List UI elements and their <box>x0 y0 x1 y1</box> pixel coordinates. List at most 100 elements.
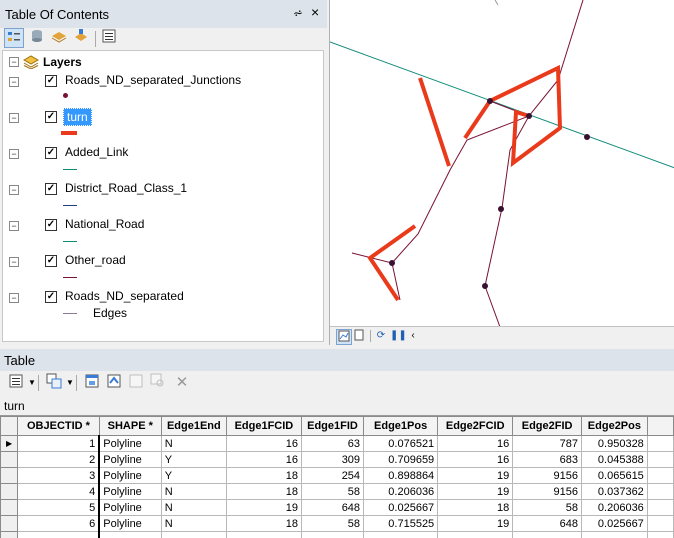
row-selector[interactable] <box>1 452 18 468</box>
layer-name[interactable]: National_Road <box>65 217 144 231</box>
pin-icon[interactable]: ⩫ <box>293 6 303 20</box>
cell[interactable]: 3 <box>18 468 100 484</box>
cell[interactable]: 5 <box>18 500 100 516</box>
cell[interactable]: 19 <box>226 500 301 516</box>
cell-overflow[interactable] <box>647 468 673 484</box>
cell[interactable]: 9156 <box>513 484 582 500</box>
table-row[interactable]: 2 Polyline Y 16 309 0.709659 16 683 0.04… <box>1 452 674 468</box>
data-view-icon[interactable] <box>336 329 352 345</box>
cell-overflow[interactable] <box>647 484 673 500</box>
cell[interactable]: 0.025667 <box>581 516 647 532</box>
cell[interactable] <box>161 532 226 538</box>
cell[interactable]: Polyline <box>99 436 161 452</box>
cell[interactable]: 2 <box>18 452 100 468</box>
cell-overflow[interactable] <box>647 452 673 468</box>
cell[interactable] <box>581 532 647 538</box>
column-header[interactable]: SHAPE * <box>99 417 161 436</box>
cell[interactable] <box>226 532 301 538</box>
cell[interactable]: 16 <box>226 436 301 452</box>
collapse-layer-toggle[interactable]: − <box>9 293 19 303</box>
column-header-overflow[interactable] <box>647 417 673 436</box>
dropdown-arrow-icon[interactable]: ▼ <box>22 373 42 393</box>
layer-visibility-checkbox[interactable]: ✓ <box>45 147 57 159</box>
layer-visibility-checkbox[interactable]: ✓ <box>45 255 57 267</box>
column-header[interactable]: Edge2Pos <box>581 417 647 436</box>
collapse-layer-toggle[interactable]: − <box>9 221 19 231</box>
table-tab-name[interactable]: turn <box>4 399 25 413</box>
cell[interactable]: 19 <box>438 468 513 484</box>
table-row[interactable]: ▶ 1 Polyline N 16 63 0.076521 16 787 0.9… <box>1 436 674 452</box>
row-selector[interactable] <box>1 484 18 500</box>
row-selector[interactable] <box>1 532 18 538</box>
cell[interactable] <box>301 532 363 538</box>
cell[interactable]: 18 <box>226 468 301 484</box>
cell[interactable]: 0.206036 <box>364 484 438 500</box>
cell[interactable]: 0.076521 <box>364 436 438 452</box>
cell[interactable]: 254 <box>301 468 363 484</box>
cell[interactable]: 1 <box>18 436 100 452</box>
map-view[interactable]: ⟳ ❚❚ ‹ <box>329 0 674 345</box>
close-icon[interactable]: × <box>311 4 319 20</box>
row-selector[interactable] <box>1 516 18 532</box>
table-row[interactable]: 3 Polyline Y 18 254 0.898864 19 9156 0.0… <box>1 468 674 484</box>
switch-selection-icon[interactable] <box>104 373 124 393</box>
cell[interactable]: N <box>161 500 226 516</box>
cell[interactable] <box>99 532 161 538</box>
collapse-layer-toggle[interactable]: − <box>9 257 19 267</box>
table-row[interactable]: 6 Polyline N 18 58 0.715525 19 648 0.025… <box>1 516 674 532</box>
attribute-table[interactable]: OBJECTID * SHAPE * Edge1End Edge1FCID Ed… <box>0 415 674 538</box>
layer-visibility-checkbox[interactable]: ✓ <box>45 75 57 87</box>
cell[interactable]: 0.206036 <box>581 500 647 516</box>
cell[interactable]: 0.898864 <box>364 468 438 484</box>
cell[interactable]: 58 <box>301 484 363 500</box>
row-selector-current[interactable]: ▶ <box>1 436 18 452</box>
collapse-layers-toggle[interactable]: − <box>9 57 19 67</box>
cell[interactable]: 0.715525 <box>364 516 438 532</box>
cell[interactable]: 0.037362 <box>581 484 647 500</box>
layer-visibility-checkbox[interactable]: ✓ <box>45 291 57 303</box>
layer-name[interactable]: Roads_ND_separated <box>65 289 184 303</box>
row-selector[interactable] <box>1 468 18 484</box>
cell[interactable]: 683 <box>513 452 582 468</box>
column-header[interactable]: Edge1Pos <box>364 417 438 436</box>
cell[interactable]: Polyline <box>99 484 161 500</box>
delete-selected-icon[interactable]: ✕ <box>172 373 192 393</box>
cell[interactable] <box>438 532 513 538</box>
cell[interactable] <box>18 532 100 538</box>
cell[interactable]: Polyline <box>99 468 161 484</box>
cell[interactable]: 0.045388 <box>581 452 647 468</box>
cell[interactable]: Polyline <box>99 500 161 516</box>
cell[interactable]: 16 <box>438 436 513 452</box>
cell[interactable]: 58 <box>513 500 582 516</box>
column-header[interactable]: Edge2FCID <box>438 417 513 436</box>
refresh-icon[interactable]: ⟳ <box>374 329 388 343</box>
layer-visibility-checkbox[interactable]: ✓ <box>45 183 57 195</box>
cell-overflow[interactable] <box>647 500 673 516</box>
pause-drawing-icon[interactable]: ❚❚ <box>390 329 404 343</box>
cell[interactable]: 0.065615 <box>581 468 647 484</box>
cell-overflow[interactable] <box>647 516 673 532</box>
row-selector-header[interactable] <box>1 417 18 436</box>
cell[interactable] <box>513 532 582 538</box>
dropdown-arrow-icon[interactable]: ▼ <box>60 373 80 393</box>
table-row[interactable]: 5 Polyline N 19 648 0.025667 18 58 0.206… <box>1 500 674 516</box>
cell[interactable]: 6 <box>18 516 100 532</box>
layer-name-selected[interactable]: turn <box>63 108 92 126</box>
cell[interactable]: 18 <box>226 484 301 500</box>
cell[interactable]: Y <box>161 452 226 468</box>
table-row[interactable]: 4 Polyline N 18 58 0.206036 19 9156 0.03… <box>1 484 674 500</box>
layer-visibility-checkbox[interactable]: ✓ <box>45 219 57 231</box>
collapse-layer-toggle[interactable]: − <box>9 149 19 159</box>
cell[interactable]: 18 <box>226 516 301 532</box>
cell[interactable]: 16 <box>226 452 301 468</box>
column-header[interactable]: Edge1End <box>161 417 226 436</box>
cell[interactable] <box>364 532 438 538</box>
column-header[interactable]: OBJECTID * <box>18 417 100 436</box>
collapse-layer-toggle[interactable]: − <box>9 77 19 87</box>
zoom-to-selected-icon[interactable] <box>148 373 168 393</box>
cell[interactable]: 63 <box>301 436 363 452</box>
collapse-layer-toggle[interactable]: − <box>9 185 19 195</box>
table-row-partial[interactable] <box>1 532 674 538</box>
cell[interactable]: 4 <box>18 484 100 500</box>
cell[interactable]: 787 <box>513 436 582 452</box>
